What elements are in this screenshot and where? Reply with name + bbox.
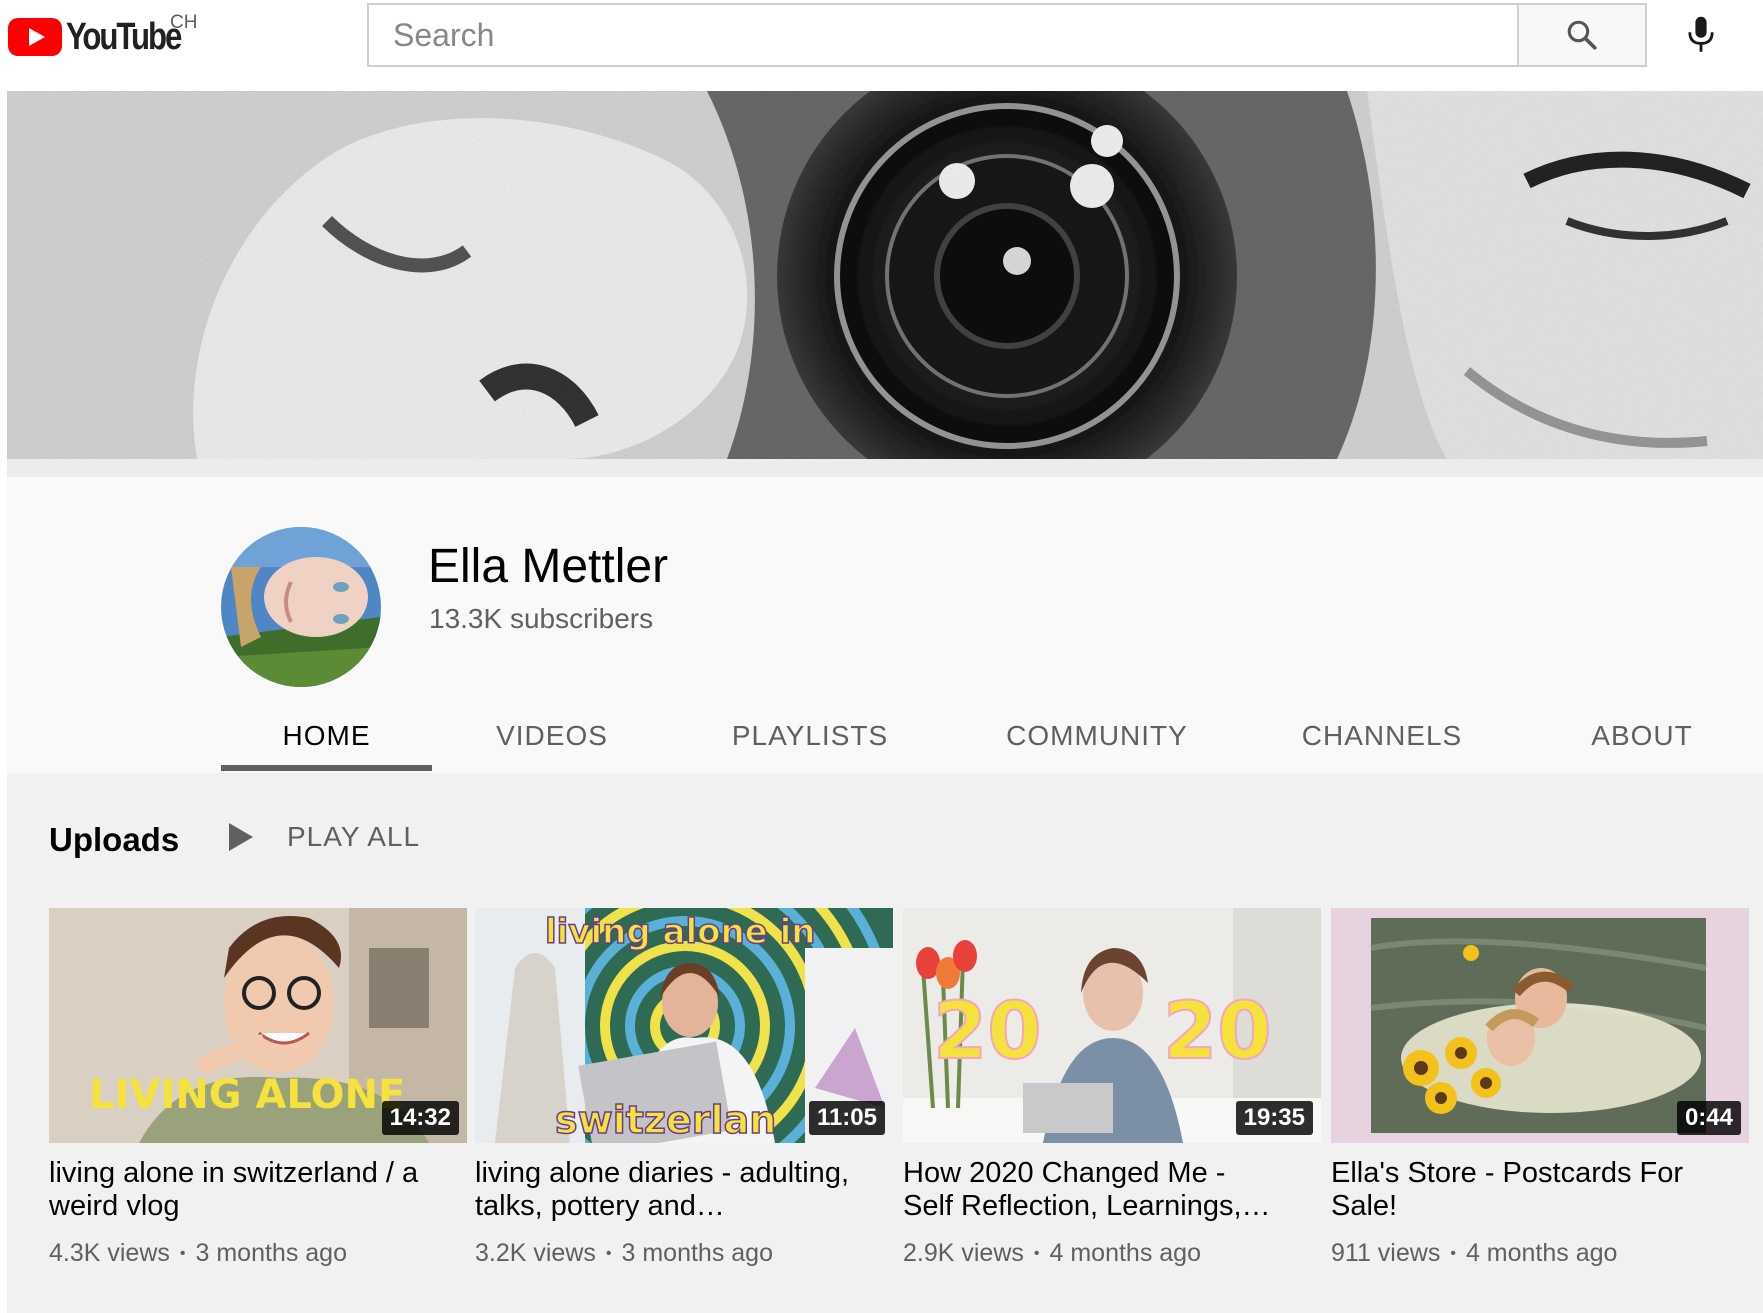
video-metadata: 2.9K views • 4 months ago bbox=[903, 1239, 1321, 1268]
voice-search-button[interactable] bbox=[1676, 10, 1726, 60]
search-box bbox=[367, 3, 1647, 67]
uploads-shelf: Uploads PLAY ALL LIVING ALONE 14:32 livi… bbox=[7, 773, 1763, 1313]
upload-age: 3 months ago bbox=[621, 1239, 774, 1267]
search-input[interactable] bbox=[369, 5, 1517, 65]
channel-banner bbox=[7, 91, 1763, 459]
youtube-play-icon bbox=[8, 18, 62, 56]
video-thumbnail[interactable]: living alone in switzerlan 11:05 bbox=[475, 908, 893, 1143]
thumbnail-overlay-text: LIVING ALONE bbox=[89, 1072, 405, 1118]
channel-tabs: HOME VIDEOS PLAYLISTS COMMUNITY CHANNELS… bbox=[7, 692, 1763, 772]
channel-header: Ella Mettler 13.3K subscribers HOME VIDE… bbox=[7, 459, 1763, 773]
view-count: 911 views bbox=[1331, 1239, 1441, 1267]
play-icon bbox=[229, 823, 253, 851]
video-card[interactable]: living alone in switzerlan 11:05 living … bbox=[475, 908, 893, 1268]
tab-home[interactable]: HOME bbox=[221, 692, 432, 772]
video-title[interactable]: living alone in switzerland / a weird vl… bbox=[49, 1157, 429, 1223]
tab-videos[interactable]: VIDEOS bbox=[462, 692, 642, 772]
channel-name: Ella Mettler bbox=[428, 540, 669, 593]
video-metadata: 3.2K views • 3 months ago bbox=[475, 1239, 893, 1268]
upload-age: 4 months ago bbox=[1465, 1239, 1618, 1267]
video-thumbnail[interactable]: LIVING ALONE 14:32 bbox=[49, 908, 467, 1143]
video-duration: 0:44 bbox=[1676, 1101, 1741, 1135]
country-code: CH bbox=[170, 12, 198, 33]
video-card[interactable]: 20 20 19:35 How 2020 Changed Me - Self R… bbox=[903, 908, 1321, 1268]
logo-text: YouTube bbox=[66, 15, 182, 58]
video-card[interactable]: 0:44 Ella's Store - Postcards For Sale! … bbox=[1331, 908, 1749, 1268]
subscriber-count: 13.3K subscribers bbox=[429, 603, 654, 634]
tab-community[interactable]: COMMUNITY bbox=[997, 692, 1197, 772]
thumbnail-overlay-text: switzerlan bbox=[555, 1098, 776, 1142]
video-title[interactable]: Ella's Store - Postcards For Sale! bbox=[1331, 1157, 1711, 1223]
upload-age: 4 months ago bbox=[1049, 1239, 1202, 1267]
view-count: 3.2K views bbox=[475, 1239, 596, 1267]
video-thumbnail[interactable]: 0:44 bbox=[1331, 908, 1749, 1143]
tab-channels[interactable]: CHANNELS bbox=[1282, 692, 1482, 772]
microphone-icon bbox=[1688, 16, 1714, 52]
video-duration: 11:05 bbox=[808, 1101, 885, 1135]
channel-avatar[interactable] bbox=[221, 527, 381, 687]
video-title[interactable]: living alone diaries - adulting, talks, … bbox=[475, 1157, 855, 1223]
view-count: 4.3K views bbox=[49, 1239, 170, 1267]
separator-dot: • bbox=[1033, 1244, 1040, 1262]
active-tab-indicator bbox=[221, 765, 432, 771]
play-all-button[interactable]: PLAY ALL bbox=[229, 821, 420, 853]
video-duration: 14:32 bbox=[381, 1101, 459, 1135]
masthead: YouTube CH bbox=[0, 0, 1763, 90]
tab-about[interactable]: ABOUT bbox=[1567, 692, 1717, 772]
search-button[interactable] bbox=[1517, 5, 1645, 65]
video-duration: 19:35 bbox=[1235, 1101, 1313, 1135]
thumbnail-overlay-text: living alone in bbox=[545, 912, 815, 952]
thumbnail-overlay-text: 20 bbox=[1163, 987, 1272, 1077]
video-metadata: 911 views • 4 months ago bbox=[1331, 1239, 1749, 1268]
separator-dot: • bbox=[1450, 1244, 1456, 1262]
video-card[interactable]: LIVING ALONE 14:32 living alone in switz… bbox=[49, 908, 467, 1268]
view-count: 2.9K views bbox=[903, 1239, 1024, 1267]
video-thumbnail[interactable]: 20 20 19:35 bbox=[903, 908, 1321, 1143]
separator-dot: • bbox=[605, 1244, 612, 1262]
play-all-label: PLAY ALL bbox=[287, 821, 421, 852]
video-metadata: 4.3K views • 3 months ago bbox=[49, 1239, 467, 1268]
shelf-title[interactable]: Uploads bbox=[49, 821, 179, 859]
tab-playlists[interactable]: PLAYLISTS bbox=[710, 692, 910, 772]
search-icon bbox=[1567, 20, 1597, 50]
separator-dot: • bbox=[179, 1244, 186, 1262]
thumbnail-overlay-text: 20 bbox=[933, 987, 1042, 1077]
video-title[interactable]: How 2020 Changed Me - Self Reflection, L… bbox=[903, 1157, 1283, 1223]
upload-age: 3 months ago bbox=[195, 1239, 348, 1267]
